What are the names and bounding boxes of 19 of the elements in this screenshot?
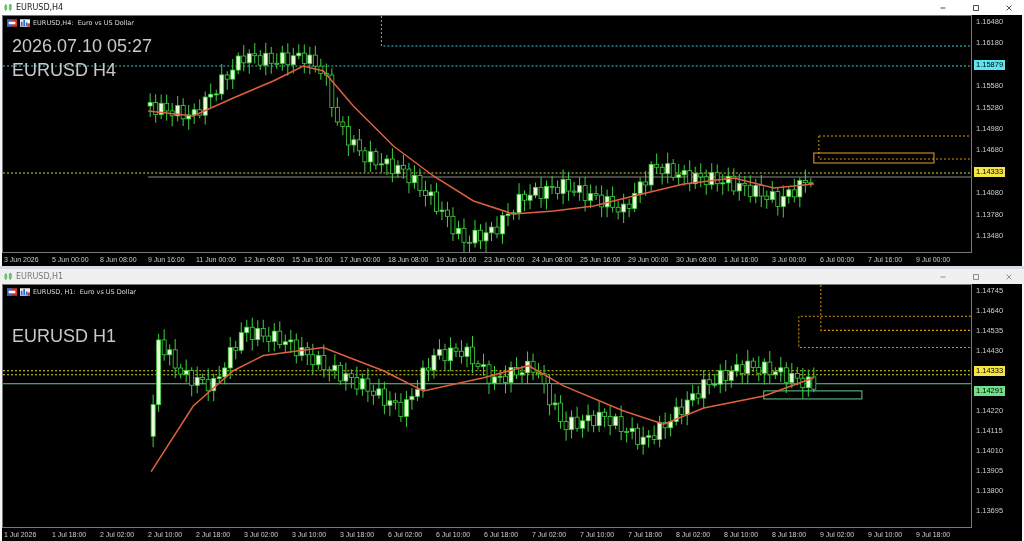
rectangle-object[interactable] xyxy=(763,390,863,400)
window-title: EURUSD,H4 xyxy=(16,3,64,12)
level-line[interactable] xyxy=(3,65,971,67)
chart-label: 2026.07.10 05:27 xyxy=(12,35,153,57)
close-icon xyxy=(1005,272,1013,281)
maximize-icon xyxy=(972,272,980,281)
flag-icon xyxy=(7,288,17,296)
candlestick-icon xyxy=(4,272,13,281)
flag-icon xyxy=(7,19,17,27)
close-icon xyxy=(1005,3,1013,12)
rectangle-object[interactable] xyxy=(813,152,935,164)
window-title: EURUSD,H1 xyxy=(16,272,64,281)
chart-label: EURUSD H1 xyxy=(12,325,117,347)
chart-icon xyxy=(20,288,30,296)
chart-label: EURUSD H4 xyxy=(12,59,118,81)
maximize-icon xyxy=(972,3,980,12)
chart-icon xyxy=(20,19,30,27)
level-line[interactable] xyxy=(3,383,971,385)
candlestick-icon xyxy=(4,3,13,12)
